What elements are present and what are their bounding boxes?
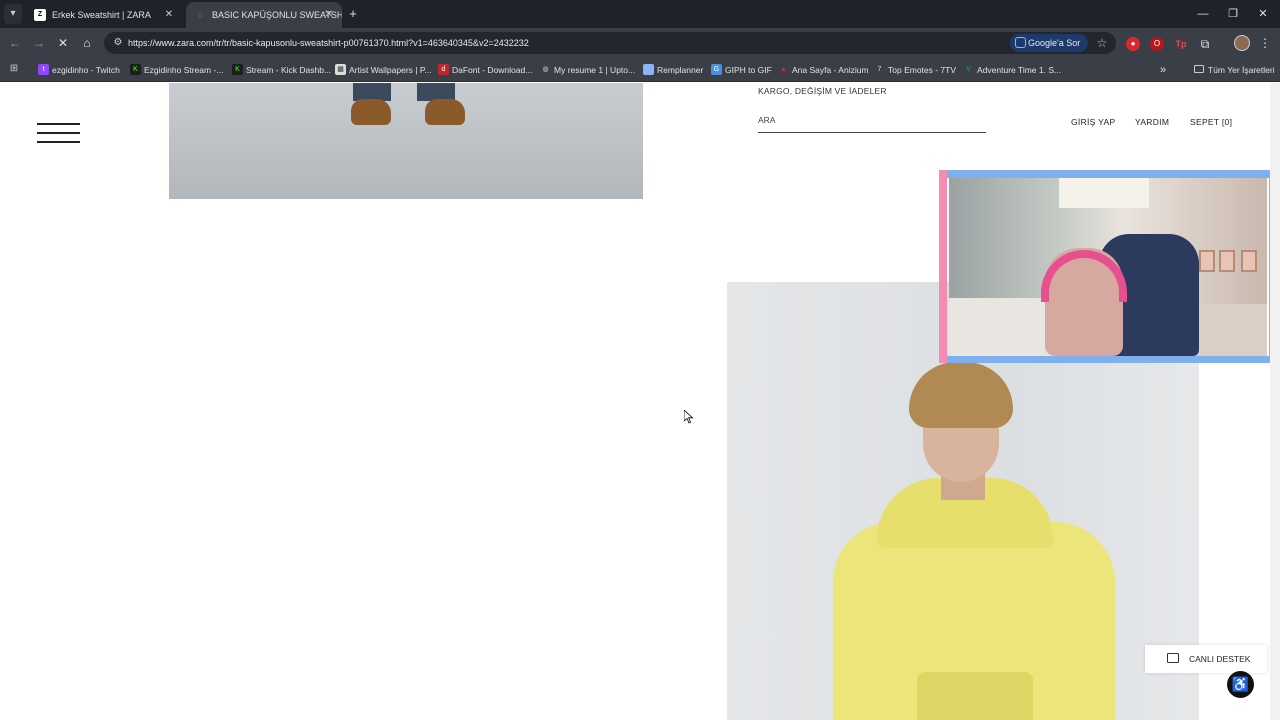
all-bookmarks-button[interactable]: Tüm Yer İşaretleri <box>1194 58 1275 82</box>
google-ask-label: Google'a Sor <box>1028 38 1081 48</box>
webcam-overlay <box>939 170 1277 366</box>
live-support-button[interactable]: CANLI DESTEK <box>1145 645 1267 673</box>
extension-tp-icon[interactable]: Tp <box>1174 37 1188 51</box>
shoe-shape <box>425 99 465 125</box>
wall-frame-shape <box>1219 250 1235 272</box>
restore-button[interactable]: ❐ <box>1218 4 1248 24</box>
extension-opera-icon[interactable]: O <box>1150 37 1164 51</box>
google-lens-icon <box>1015 37 1026 48</box>
webcam-frame <box>939 170 1277 178</box>
7tv-icon: 7 <box>877 66 882 73</box>
dafont-icon: d <box>438 64 449 75</box>
globe-icon: ◍ <box>542 66 549 73</box>
twitch-icon: t <box>38 64 49 75</box>
tab-strip: ▾ Z Erkek Sweatshirt | ZARA ✕ ◌ BASIC KA… <box>0 0 1280 28</box>
wall-frame-shape <box>1199 250 1215 272</box>
new-tab-button[interactable]: + <box>346 4 360 24</box>
bookmark-item[interactable]: G GIPH to GIF <box>711 58 772 82</box>
wallpaper-icon: ▦ <box>335 64 346 75</box>
bookmark-item[interactable]: V Adventure Time 1. S... <box>963 58 1061 82</box>
tab-title: Erkek Sweatshirt | ZARA <box>52 10 151 20</box>
shipping-returns-link[interactable]: KARGO, DEĞİŞİM VE İADELER <box>758 86 887 96</box>
google-ask-button[interactable]: Google'a Sor <box>1010 34 1088 52</box>
kick-icon: K <box>130 64 141 75</box>
minimize-button[interactable]: — <box>1188 4 1218 24</box>
loading-favicon-icon: ◌ <box>197 10 203 20</box>
bookmark-item[interactable]: K Stream - Kick Dashb... <box>232 58 331 82</box>
zara-product-page: KARGO, DEĞİŞİM VE İADELER ARA GİRİŞ YAP … <box>0 83 1280 720</box>
site-info-icon[interactable]: ⚙ <box>110 35 126 51</box>
accessibility-icon[interactable]: ♿ <box>1227 671 1254 698</box>
folder-icon <box>643 64 654 75</box>
bookmark-item[interactable]: 7 Top Emotes - 7TV <box>874 58 956 82</box>
product-photo-shoes[interactable] <box>169 83 643 199</box>
profile-avatar[interactable] <box>1234 35 1250 51</box>
bookmark-item[interactable]: Remplanner <box>643 58 703 82</box>
bookmark-item[interactable]: d DaFont - Download... <box>438 58 532 82</box>
home-button[interactable]: ⌂ <box>78 33 96 53</box>
wall-frame-shape <box>1241 250 1257 272</box>
tab-basic-sweatshirt[interactable]: ◌ BASIC KAPÜŞONLU SWEATSHIR ✕ <box>186 2 342 28</box>
chat-icon <box>1167 653 1179 663</box>
more-bookmarks-icon[interactable]: » <box>1160 58 1166 82</box>
menu-hamburger-icon[interactable] <box>37 121 80 145</box>
extensions-puzzle-icon[interactable]: ⧉ <box>1198 37 1212 51</box>
browser-menu-icon[interactable]: ⋮ <box>1258 33 1272 53</box>
close-tab-icon[interactable]: ✕ <box>162 2 176 28</box>
live-support-label: CANLI DESTEK <box>1189 654 1251 664</box>
search-input[interactable]: ARA <box>758 113 986 133</box>
tab-search-button[interactable]: ▾ <box>4 4 22 24</box>
hair-shape <box>909 362 1013 428</box>
webcam-frame <box>939 170 947 363</box>
browser-toolbar: ← → ✕ ⌂ ⚙ https://www.zara.com/tr/tr/bas… <box>0 28 1280 58</box>
tab-erkek-sweatshirt[interactable]: Z Erkek Sweatshirt | ZARA ✕ <box>26 2 182 28</box>
zara-favicon-icon: Z <box>34 9 46 21</box>
stop-loading-button[interactable]: ✕ <box>54 33 72 53</box>
close-window-button[interactable]: ✕ <box>1248 4 1278 24</box>
kick-icon: K <box>232 64 243 75</box>
anizium-icon: ▲ <box>780 66 787 73</box>
forward-button[interactable]: → <box>30 33 48 53</box>
bookmark-item[interactable]: K Ezgidinho Stream -... <box>130 58 223 82</box>
bookmark-item[interactable]: ▲ Ana Sayfa - Anizium <box>778 58 869 82</box>
webcam-video <box>949 178 1267 356</box>
shoe-shape <box>351 99 391 125</box>
back-button[interactable]: ← <box>6 33 24 53</box>
help-link[interactable]: YARDIM <box>1135 117 1169 127</box>
close-tab-icon[interactable]: ✕ <box>322 2 336 28</box>
bed-shape <box>949 298 1059 356</box>
window-light-shape <box>1059 178 1149 208</box>
bookmark-star-icon[interactable]: ☆ <box>1094 32 1110 54</box>
page-scrollbar[interactable] <box>1270 83 1280 720</box>
extension-red-icon[interactable]: ● <box>1126 37 1140 51</box>
bookmark-item[interactable]: ▦ Artist Wallpapers | P... <box>335 58 432 82</box>
bookmarks-bar: ⊞ t ezgidinho - Twitch K Ezgidinho Stream … <box>0 58 1280 82</box>
url-text[interactable]: https://www.zara.com/tr/tr/basic-kapuson… <box>128 32 529 54</box>
mouse-cursor-icon <box>684 410 694 424</box>
adventure-icon: V <box>966 66 971 73</box>
apps-grid-icon[interactable]: ⊞ <box>8 63 20 75</box>
folder-icon <box>1194 65 1204 73</box>
cart-link[interactable]: SEPET [0] <box>1190 117 1232 127</box>
webcam-frame <box>939 356 1277 363</box>
bookmark-item[interactable]: ◍ My resume 1 | Upto... <box>540 58 635 82</box>
address-bar[interactable]: ⚙ https://www.zara.com/tr/tr/basic-kapus… <box>104 32 1116 54</box>
hoodie-pocket-shape <box>917 672 1033 720</box>
bookmark-item[interactable]: t ezgidinho - Twitch <box>38 58 120 82</box>
login-link[interactable]: GİRİŞ YAP <box>1071 117 1115 127</box>
giphy-icon: G <box>711 64 722 75</box>
